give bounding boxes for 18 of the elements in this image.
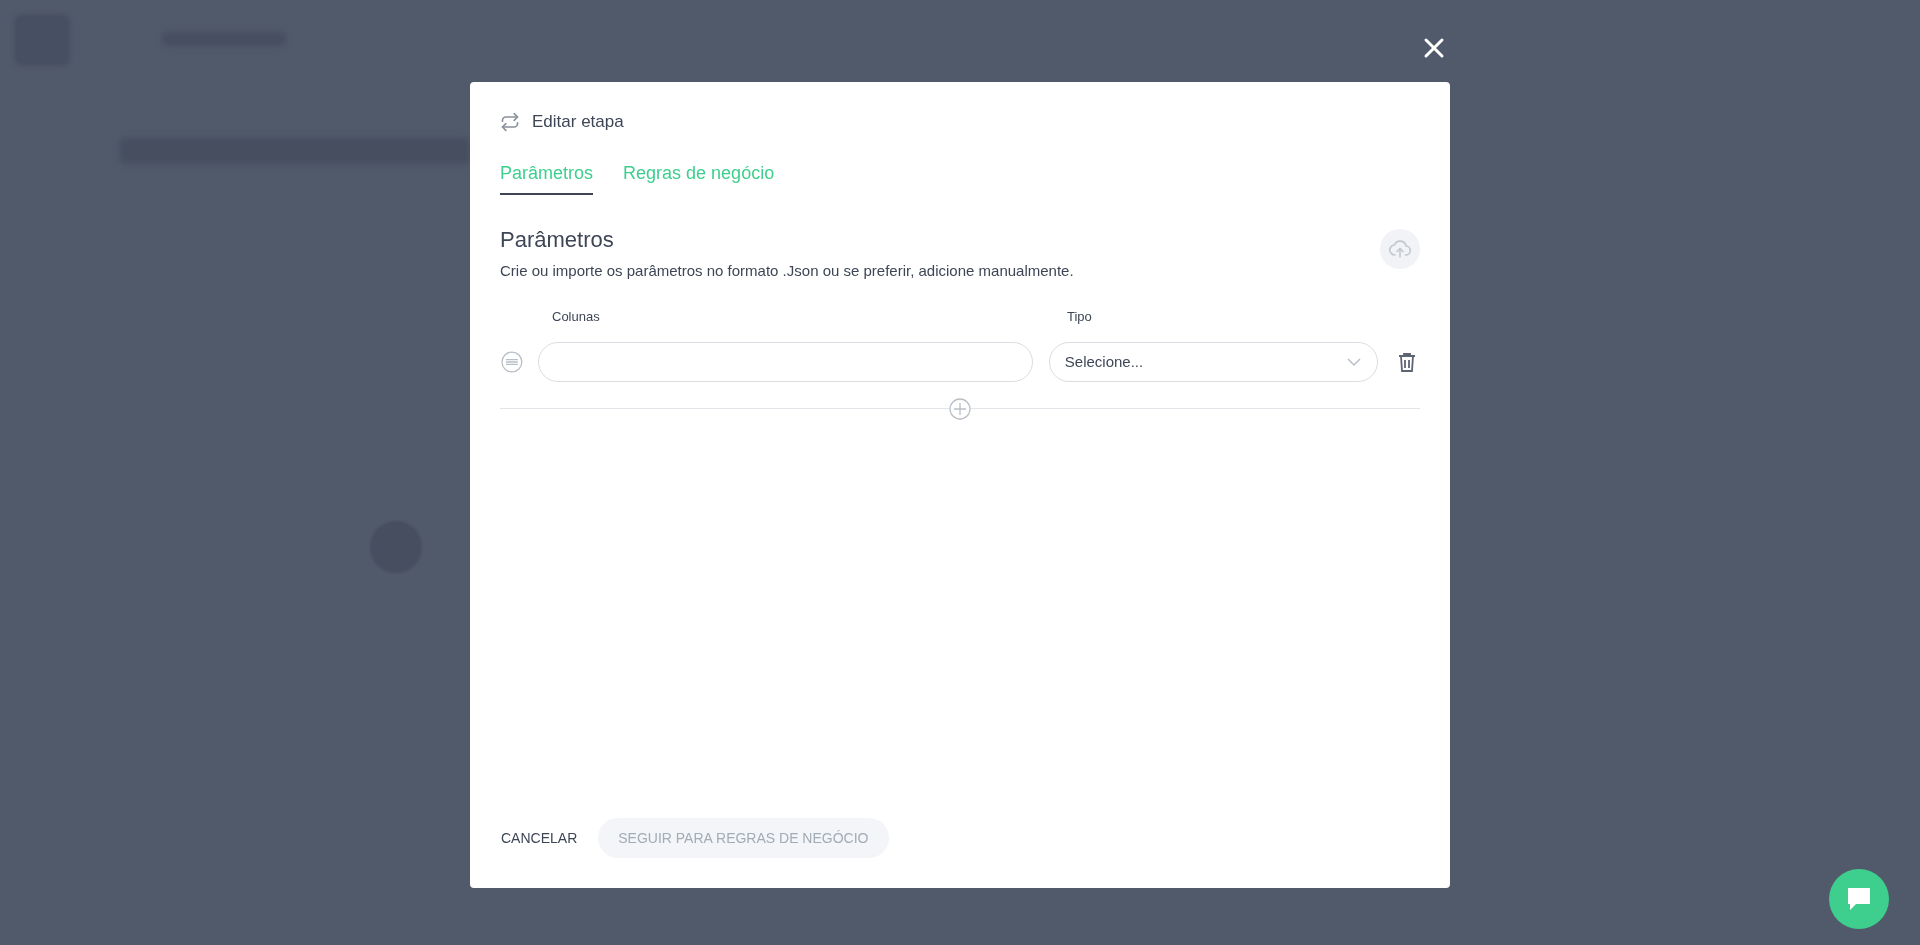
dialog-title: Editar etapa (532, 111, 624, 134)
section-description: Crie ou importe os parâmetros no formato .Json ou se preferir, adicione manualmente. (500, 261, 1074, 281)
close-icon (1423, 37, 1445, 59)
drag-handle-icon[interactable] (501, 351, 523, 373)
tab[interactable]: Regras de negócio (623, 160, 775, 195)
trash-icon (1398, 352, 1417, 372)
cancel-button[interactable]: CANCELAR (500, 818, 579, 858)
add-row-icon[interactable] (949, 398, 971, 420)
tab[interactable]: Parâmetros (500, 160, 594, 195)
cloud-upload-icon (1388, 237, 1412, 261)
chat-button[interactable] (1829, 869, 1889, 929)
section-title: Parâmetros (500, 226, 615, 254)
column-label: Tipo (1067, 307, 1092, 326)
upload-button[interactable] (1380, 229, 1420, 269)
repeat-icon (500, 112, 520, 132)
column-label: Colunas (552, 307, 601, 326)
column-input[interactable] (537, 342, 1033, 382)
chevron-down-icon (1346, 357, 1363, 367)
